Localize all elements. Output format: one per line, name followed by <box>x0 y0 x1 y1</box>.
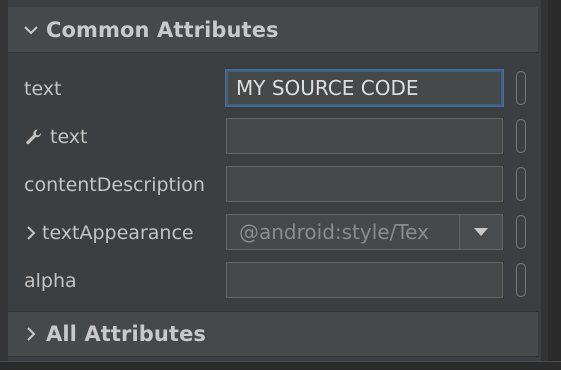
panel-bottom-divider <box>0 361 561 370</box>
tools-text-attribute-reference-button[interactable] <box>516 119 526 153</box>
chevron-down-icon <box>20 19 42 41</box>
attributes-panel: Common Attributes text MY SOURCE CODE te… <box>0 0 561 370</box>
common-attributes-header[interactable]: Common Attributes <box>8 7 538 53</box>
wrench-icon <box>24 127 44 147</box>
attribute-row-tools-text: text <box>8 113 538 161</box>
text-value-field[interactable]: MY SOURCE CODE <box>226 70 503 106</box>
text-appearance-combobox[interactable]: @android:style/Tex <box>226 214 503 250</box>
alpha-attribute-reference-button[interactable] <box>516 263 526 297</box>
text-appearance-value: @android:style/Tex <box>239 220 429 244</box>
text-attribute-reference-button[interactable] <box>516 71 526 105</box>
chevron-right-icon[interactable] <box>24 223 38 243</box>
attribute-label-text: text <box>24 65 62 113</box>
attribute-label-text-appearance[interactable]: textAppearance <box>24 209 194 257</box>
panel-left-gutter <box>0 0 8 362</box>
attribute-label-tools-text: text <box>24 113 88 161</box>
text-appearance-attribute-reference-button[interactable] <box>516 215 526 249</box>
content-description-value-field[interactable] <box>226 166 503 202</box>
dropdown-arrow-icon <box>474 228 488 236</box>
all-attributes-title: All Attributes <box>46 322 207 346</box>
tools-text-value-field[interactable] <box>226 118 503 154</box>
attribute-label-text-value: text <box>24 78 62 100</box>
chevron-right-icon <box>20 323 42 345</box>
common-attributes-title: Common Attributes <box>46 17 279 42</box>
panel-right-edge <box>548 0 561 362</box>
text-appearance-dropdown-button[interactable] <box>459 215 502 249</box>
attribute-row-text-appearance: textAppearance @android:style/Tex <box>8 209 538 257</box>
attribute-row-content-description: contentDescription <box>8 161 538 209</box>
attribute-row-text: text MY SOURCE CODE <box>8 65 538 113</box>
attribute-label-alpha: alpha <box>24 270 77 292</box>
attribute-label-tools-text-value: text <box>50 126 88 148</box>
attribute-label-text-appearance-value: textAppearance <box>42 222 194 244</box>
content-description-attribute-reference-button[interactable] <box>516 167 526 201</box>
all-attributes-header[interactable]: All Attributes <box>8 311 538 357</box>
attribute-row-alpha: alpha <box>8 257 538 305</box>
alpha-value-field[interactable] <box>226 262 503 298</box>
attribute-label-content-description: contentDescription <box>24 174 205 196</box>
